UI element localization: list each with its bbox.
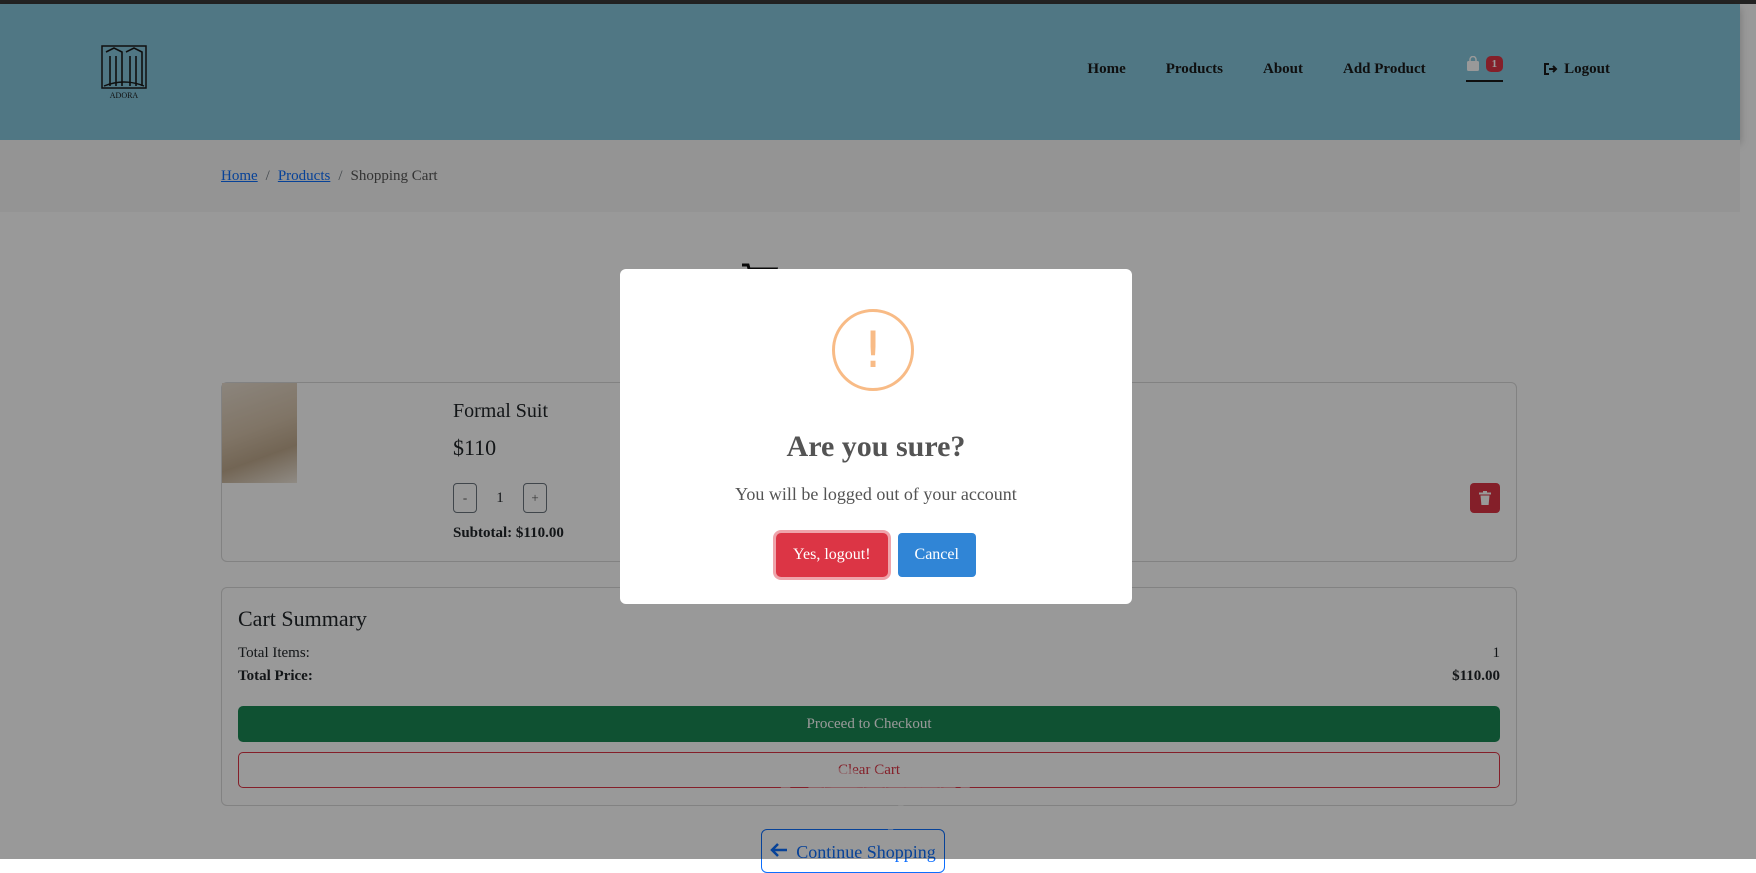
dialog-message: You will be logged out of your account: [735, 484, 1017, 504]
dialog-actions: Yes, logout! Cancel: [620, 533, 1132, 577]
cancel-button[interactable]: Cancel: [897, 533, 976, 577]
confirm-logout-button[interactable]: Yes, logout!: [776, 533, 888, 577]
warning-icon: !: [832, 309, 914, 391]
logout-confirm-dialog: ! Are you sure? You will be logged out o…: [620, 269, 1132, 604]
dialog-title: Are you sure?: [786, 430, 966, 463]
